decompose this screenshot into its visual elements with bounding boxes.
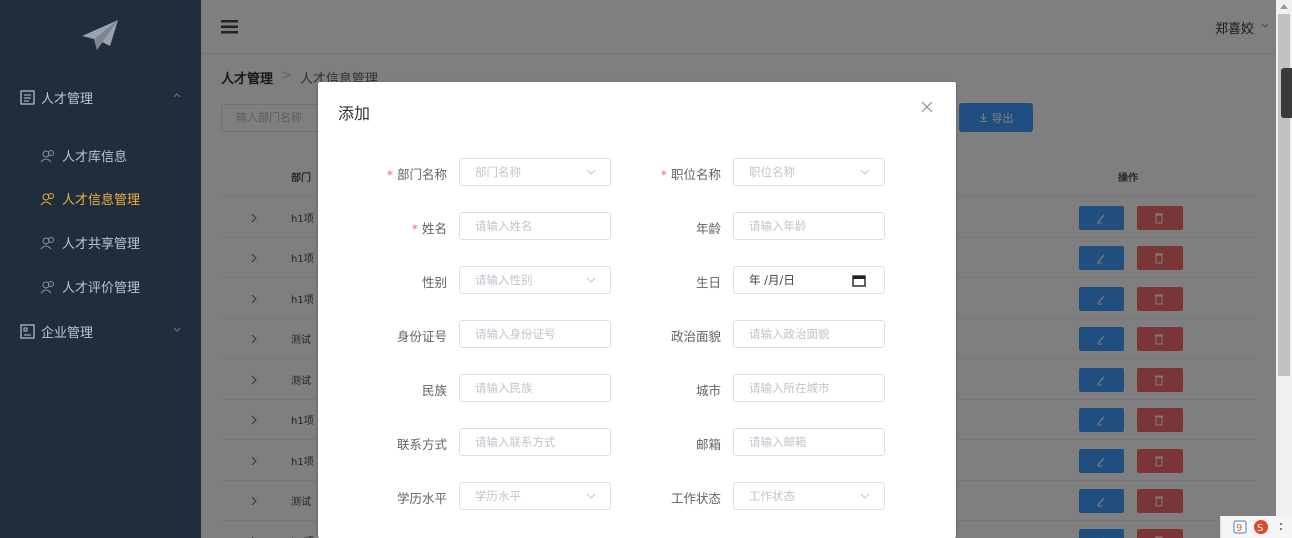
field-label-text: 姓名 — [421, 221, 447, 236]
field-label-text: 工作状态 — [670, 491, 721, 506]
field-placeholder: 年 /月/日 — [749, 273, 795, 287]
field-label-text: 城市 — [695, 383, 721, 398]
close-icon[interactable] — [922, 102, 932, 112]
chevron-down-icon — [173, 327, 181, 332]
paper-plane-logo-icon — [82, 20, 118, 50]
field-label: 工作状态 — [671, 488, 721, 507]
chevron-down-icon — [586, 169, 596, 175]
field-label-text: 学历水平 — [396, 491, 447, 506]
text-field[interactable]: 请输入身份证号 — [459, 320, 611, 348]
sidebar-item-talent-evaluation[interactable]: 人才评价管理 — [40, 277, 140, 296]
chevron-down-icon — [586, 277, 596, 283]
field-placeholder: 请输入所在城市 — [749, 381, 830, 395]
building-icon — [20, 324, 35, 339]
field-label-text: 部门名称 — [396, 167, 447, 182]
chevron-down-icon — [860, 493, 870, 499]
field-placeholder: 请输入民族 — [475, 381, 533, 395]
field-label: 身份证号 — [397, 326, 447, 345]
tray-s-icon[interactable]: S — [1253, 519, 1269, 535]
field-label: 政治面貌 — [671, 326, 721, 345]
calendar-icon[interactable] — [852, 274, 866, 287]
field-placeholder: 请输入年龄 — [749, 219, 807, 233]
required-mark: * — [660, 167, 667, 182]
field-placeholder: 请输入政治面貌 — [749, 327, 830, 341]
svg-text:S: S — [1257, 523, 1263, 534]
field-label: 学历水平 — [397, 488, 447, 507]
field-placeholder: 部门名称 — [475, 165, 521, 179]
text-field[interactable]: 请输入姓名 — [459, 212, 611, 240]
users-icon — [40, 280, 54, 293]
select-field[interactable]: 请输入性别 — [459, 266, 611, 294]
sidebar-item-talent-share[interactable]: 人才共享管理 — [40, 233, 140, 252]
svg-text:9: 9 — [1236, 523, 1242, 534]
users-icon — [40, 236, 54, 249]
field-label-text: 性别 — [421, 275, 447, 290]
field-label-text: 民族 — [421, 383, 447, 398]
nav-group-label: 企业管理 — [41, 326, 94, 341]
sidebar-item-label: 人才共享管理 — [62, 237, 141, 252]
field-label: 城市 — [696, 380, 721, 399]
select-field[interactable]: 学历水平 — [459, 482, 611, 510]
chevron-down-icon — [860, 169, 870, 175]
dialog-title: 添加 — [338, 104, 371, 123]
field-placeholder: 请输入邮箱 — [749, 435, 807, 449]
field-label-text: 职位名称 — [670, 167, 721, 182]
text-field[interactable]: 请输入政治面貌 — [733, 320, 885, 348]
required-mark: * — [386, 167, 393, 182]
sidebar-item-label: 人才库信息 — [62, 150, 128, 165]
field-placeholder: 请输入联系方式 — [475, 435, 556, 449]
field-label: 生日 — [696, 272, 721, 291]
tray-app-icon[interactable]: 9 — [1233, 520, 1247, 534]
field-label-text: 身份证号 — [396, 329, 447, 344]
tray-menu-icon[interactable] — [1279, 522, 1283, 532]
field-placeholder: 请输入性别 — [475, 273, 533, 287]
field-label-text: 生日 — [695, 275, 721, 290]
field-placeholder: 学历水平 — [475, 489, 521, 503]
field-label: * 职位名称 — [661, 164, 721, 183]
text-field[interactable]: 请输入联系方式 — [459, 428, 611, 456]
chevron-down-icon — [586, 493, 596, 499]
date-field[interactable]: 年 /月/日 — [733, 266, 885, 294]
field-label-text: 邮箱 — [695, 437, 721, 452]
sidebar: 人才管理 人才库信息 人才信息管理 人才共享管理 人才评价管理 企业管理 — [0, 0, 201, 538]
sidebar-item-label: 人才信息管理 — [62, 193, 141, 208]
field-label-text: 联系方式 — [396, 437, 447, 452]
field-label-text: 年龄 — [695, 221, 721, 236]
side-widget-tab[interactable] — [1281, 68, 1292, 118]
add-dialog: 添加 * 部门名称 部门名称 * 职位名称 职位名称 * 姓名 请输入姓名 年龄 请输入年龄 性别 请输… — [318, 82, 956, 538]
chevron-up-icon — [173, 93, 181, 98]
text-field[interactable]: 请输入年龄 — [733, 212, 885, 240]
list-icon — [20, 90, 35, 105]
select-field[interactable]: 工作状态 — [733, 482, 885, 510]
field-placeholder: 请输入身份证号 — [475, 327, 556, 341]
field-label: * 姓名 — [412, 218, 447, 237]
sidebar-item-label: 人才评价管理 — [62, 281, 141, 296]
nav-group-enterprise[interactable]: 企业管理 — [20, 322, 181, 341]
field-label: * 部门名称 — [387, 164, 447, 183]
field-label: 性别 — [422, 272, 447, 291]
field-placeholder: 工作状态 — [749, 489, 795, 503]
field-label: 联系方式 — [397, 434, 447, 453]
field-label: 邮箱 — [696, 434, 721, 453]
field-label-text: 政治面貌 — [670, 329, 721, 344]
users-icon — [40, 149, 54, 162]
field-label: 民族 — [422, 380, 447, 399]
sidebar-item-talent-info[interactable]: 人才信息管理 — [40, 189, 140, 208]
nav-group-talent[interactable]: 人才管理 — [20, 88, 181, 107]
field-placeholder: 职位名称 — [749, 165, 795, 179]
select-field[interactable]: 部门名称 — [459, 158, 611, 186]
text-field[interactable]: 请输入所在城市 — [733, 374, 885, 402]
users-icon — [40, 192, 54, 205]
nav-group-label: 人才管理 — [41, 92, 94, 107]
text-field[interactable]: 请输入邮箱 — [733, 428, 885, 456]
sidebar-item-talent-library[interactable]: 人才库信息 — [40, 146, 127, 165]
required-mark: * — [411, 221, 418, 236]
scroll-up-arrow-icon[interactable] — [1280, 3, 1288, 9]
field-placeholder: 请输入姓名 — [475, 219, 533, 233]
field-label: 年龄 — [696, 218, 721, 237]
system-tray: 9 S — [1220, 516, 1292, 538]
text-field[interactable]: 请输入民族 — [459, 374, 611, 402]
select-field[interactable]: 职位名称 — [733, 158, 885, 186]
